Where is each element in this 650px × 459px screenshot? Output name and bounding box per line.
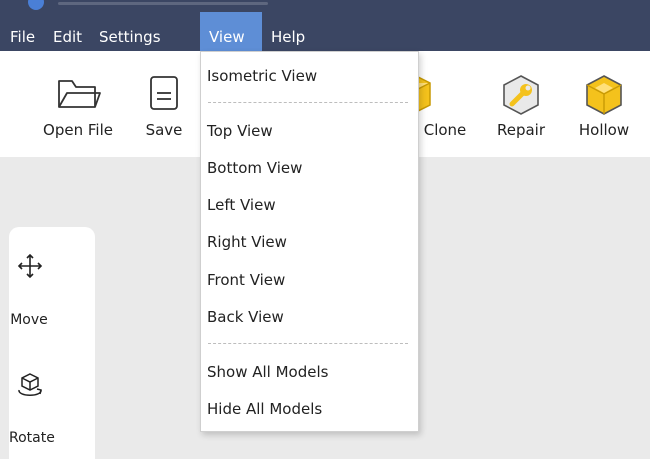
menu-item-top-view[interactable]: Top View — [207, 122, 273, 140]
menu-view[interactable]: View — [200, 12, 262, 51]
clone-label: Clone — [423, 121, 467, 139]
menu-help[interactable]: Help — [263, 12, 313, 51]
menu-item-bottom-view[interactable]: Bottom View — [207, 159, 302, 177]
move-arrows-icon — [17, 253, 43, 279]
menu-separator — [208, 102, 408, 103]
menu-item-hide-all-models[interactable]: Hide All Models — [207, 400, 322, 418]
menu-item-show-all-models[interactable]: Show All Models — [207, 363, 328, 381]
move-label: Move — [10, 312, 48, 328]
menu-bar: File Edit Settings View Help — [0, 12, 650, 51]
window-title — [58, 2, 268, 5]
side-tool-panel: Move Rotate — [9, 227, 95, 459]
hollow-label: Hollow — [578, 121, 630, 139]
app-logo-icon — [28, 0, 44, 10]
menu-edit[interactable]: Edit — [45, 12, 90, 51]
rotate-icon — [18, 373, 42, 396]
rotate-label: Rotate — [9, 430, 55, 446]
repair-label: Repair — [496, 121, 546, 139]
repair-button[interactable]: Repair — [486, 51, 556, 157]
menu-item-left-view[interactable]: Left View — [207, 196, 276, 214]
menu-file[interactable]: File — [2, 12, 43, 51]
save-button[interactable]: Save — [140, 51, 188, 157]
menu-item-isometric-view[interactable]: Isometric View — [207, 67, 317, 85]
view-dropdown-menu: Isometric View Top View Bottom View Left… — [200, 51, 419, 432]
menu-item-right-view[interactable]: Right View — [207, 233, 287, 251]
menu-item-back-view[interactable]: Back View — [207, 308, 284, 326]
wrench-icon — [503, 75, 539, 115]
save-icon — [150, 76, 178, 110]
rotate-tool-button[interactable]: Rotate — [9, 370, 95, 450]
open-file-label: Open File — [43, 121, 113, 139]
menu-separator — [208, 343, 408, 344]
move-tool-button[interactable]: Move — [9, 253, 95, 333]
title-bar — [0, 0, 650, 12]
menu-item-front-view[interactable]: Front View — [207, 271, 285, 289]
save-label: Save — [145, 121, 183, 139]
menu-settings[interactable]: Settings — [91, 12, 169, 51]
hollow-cube-icon — [586, 75, 622, 115]
open-file-button[interactable]: Open File — [30, 51, 126, 157]
hollow-button[interactable]: Hollow — [566, 51, 642, 157]
folder-icon — [58, 80, 101, 108]
